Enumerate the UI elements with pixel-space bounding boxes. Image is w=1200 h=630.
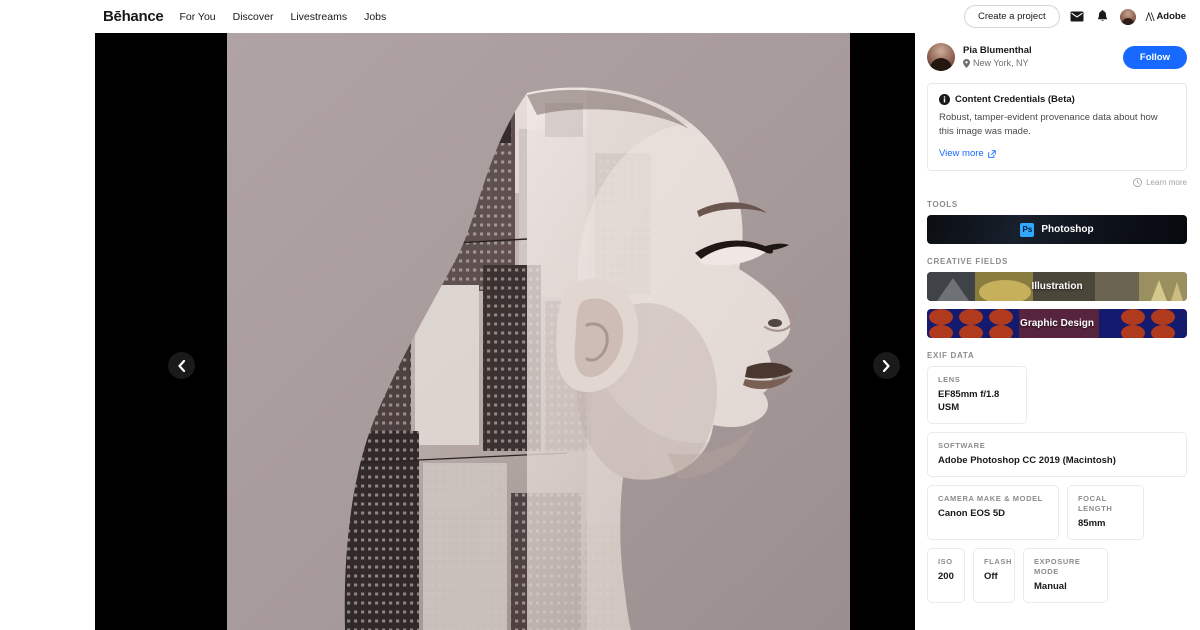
main-nav: For You Discover Livestreams Jobs [179,11,386,23]
next-project-button[interactable] [873,352,900,379]
owner-location-text: New York, NY [973,58,1029,68]
creative-field-graphic-design[interactable]: Graphic Design [927,309,1187,338]
artwork-image [227,33,850,630]
owner-meta: Pia Blumenthal New York, NY [963,44,1115,70]
photoshop-icon: Ps [1020,222,1035,237]
view-more-link[interactable]: View more [939,148,1175,159]
exif-grid: LENS EF85mm f/1.8 USM SOFTWARE Adobe Pho… [927,366,1187,603]
exif-value: Canon EOS 5D [938,508,1006,519]
exif-value: Off [984,571,998,582]
adobe-logo[interactable]: /\\ Adobe [1146,9,1186,25]
external-link-icon [987,149,996,158]
nav-item-livestreams[interactable]: Livestreams [290,11,347,23]
nav-item-jobs[interactable]: Jobs [364,11,386,23]
chevron-right-icon [882,359,890,372]
exif-key: SOFTWARE [938,441,986,450]
tool-card-photoshop[interactable]: Ps Photoshop [927,215,1187,244]
location-pin-icon [963,59,970,68]
exif-section-label: EXIF DATA [927,351,975,360]
content-credentials-title-row: Content Credentials (Beta) [939,94,1175,105]
project-artwork[interactable] [227,33,850,630]
content-credentials-card: Content Credentials (Beta) Robust, tampe… [927,83,1187,171]
project-owner-row: Pia Blumenthal New York, NY Follow [927,33,1187,82]
exif-card-camera: CAMERA MAKE & MODEL Canon EOS 5D [927,485,1059,540]
clock-icon [1133,178,1143,187]
chevron-left-icon [178,359,186,372]
adobe-label: Adobe [1156,11,1186,22]
creative-field-name: Illustration [1031,281,1083,292]
top-navigation-bar: Bēhance For You Discover Livestreams Job… [0,0,1200,33]
exif-card-flash: FLASH Off [973,548,1015,603]
creative-fields-section-label: CREATIVE FIELDS [927,257,1009,266]
exif-key: FLASH [984,557,1012,566]
exif-key: LENS [938,375,961,384]
exif-value: EF85mm f/1.8 USM [938,389,1000,413]
previous-project-button[interactable] [168,352,195,379]
avatar[interactable] [1119,8,1136,25]
exif-card-exposure-mode: EXPOSURE MODE Manual [1023,548,1108,603]
nav-item-discover[interactable]: Discover [233,11,274,23]
exif-key: CAMERA MAKE & MODEL [938,494,1043,503]
creative-field-name: Graphic Design [1020,318,1094,329]
owner-location: New York, NY [963,57,1115,70]
exif-value: 200 [938,571,954,582]
content-credentials-title: Content Credentials (Beta) [955,94,1075,105]
owner-name[interactable]: Pia Blumenthal [963,44,1115,57]
exif-card-software: SOFTWARE Adobe Photoshop CC 2019 (Macint… [927,432,1187,477]
creative-field-illustration[interactable]: Illustration [927,272,1187,301]
mail-icon[interactable] [1070,9,1085,24]
learn-more-label: Learn more [1146,178,1187,187]
nav-item-for-you[interactable]: For You [179,11,215,23]
create-project-button[interactable]: Create a project [964,5,1060,28]
exif-key: FOCAL LENGTH [1078,494,1113,513]
view-more-label: View more [939,148,984,159]
tools-section-label: TOOLS [927,200,958,209]
learn-more-link[interactable]: Learn more [927,178,1187,187]
tool-name: Photoshop [1041,224,1094,235]
header-actions: Create a project /\\ Adobe [964,5,1186,28]
bell-icon[interactable] [1095,9,1110,24]
owner-avatar[interactable] [927,43,955,71]
follow-button[interactable]: Follow [1122,45,1187,69]
exif-key: ISO [938,557,953,566]
adobe-mark-icon: /\\ [1145,8,1155,24]
project-info-sidebar: Pia Blumenthal New York, NY Follow Conte… [915,33,1200,630]
exif-card-focal-length: FOCAL LENGTH 85mm [1067,485,1144,540]
content-credentials-body: Robust, tamper-evident provenance data a… [939,112,1158,137]
exif-key: EXPOSURE MODE [1034,557,1081,576]
exif-card-lens: LENS EF85mm f/1.8 USM [927,366,1027,424]
behance-logo[interactable]: Bēhance [103,8,164,25]
exif-card-iso: ISO 200 [927,548,965,603]
exif-value: 85mm [1078,518,1106,529]
exif-value: Manual [1034,581,1067,592]
exif-value: Adobe Photoshop CC 2019 (Macintosh) [938,455,1116,466]
info-icon [939,94,950,105]
